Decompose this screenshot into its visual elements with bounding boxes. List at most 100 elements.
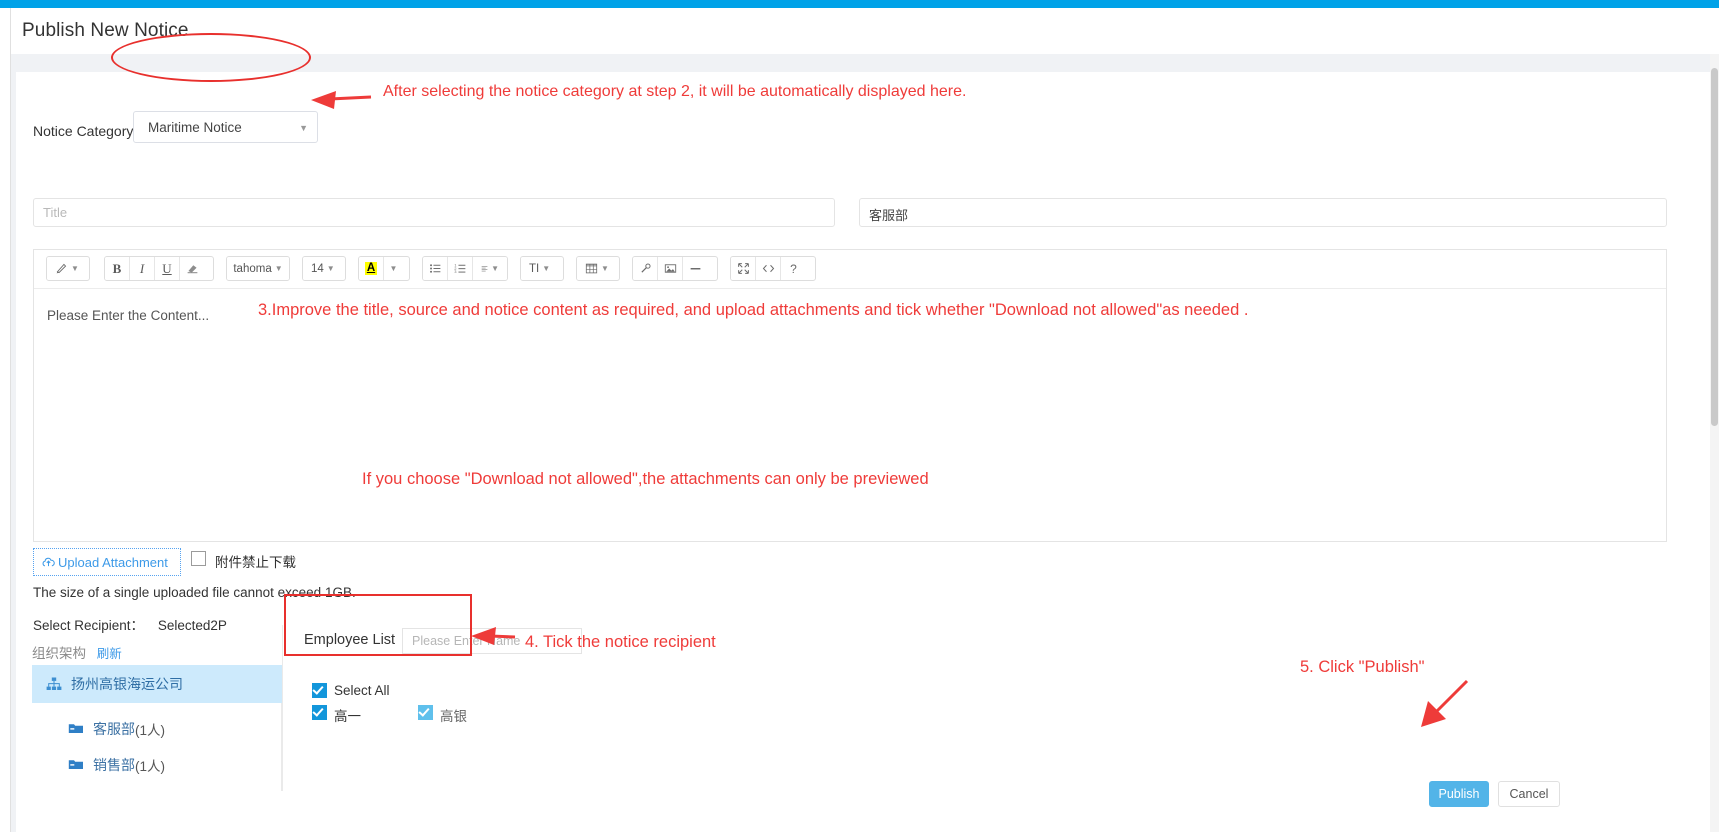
employee-list-title: Employee List [304, 632, 396, 648]
toolbar-group-fontname: tahoma ▼ [226, 256, 290, 281]
image-icon[interactable] [658, 257, 683, 280]
no-download-label: 附件禁止下载 [215, 555, 296, 570]
employee-checkbox-1[interactable] [312, 705, 327, 720]
org-structure-header: 组织架构 刷新 [32, 642, 122, 662]
chevron-down-icon: ▼ [491, 264, 499, 273]
upload-attachment-button[interactable]: Upload Attachment [33, 548, 181, 576]
vertical-scrollbar-track[interactable] [1710, 54, 1719, 832]
text-color-button[interactable]: A [359, 257, 384, 280]
employee-label-1: 高一 [334, 709, 361, 724]
vertical-scrollbar-thumb[interactable] [1711, 68, 1718, 426]
toolbar-group-painter: ▼ [46, 256, 90, 281]
bullet-list-icon[interactable] [423, 257, 448, 280]
line-height-button[interactable]: TI ▼ [521, 257, 559, 280]
annotation-step5-text: 5. Click "Publish" [1300, 658, 1425, 676]
select-all-label: Select All [334, 683, 390, 698]
notice-category-value: Maritime Notice [148, 120, 242, 135]
text-color-dropdown[interactable]: ▼ [384, 257, 400, 280]
org-tree-panel: 扬州高银海运公司 客服部 (1人) 销售部 (1人) [32, 665, 282, 791]
annotation-step2-text: After selecting the notice category at s… [383, 83, 967, 100]
tree-node-label: 扬州高银海运公司 [71, 676, 183, 692]
tree-node-label: 销售部 [93, 757, 135, 773]
eraser-icon[interactable] [180, 257, 205, 280]
tree-node-label: 客服部 [93, 721, 135, 737]
toolbar-group-insert [632, 256, 718, 281]
tree-node-count: (1人) [135, 723, 165, 738]
employee-checkbox-2[interactable] [418, 705, 433, 720]
chevron-down-icon: ▼ [71, 264, 79, 273]
toolbar-group-view: ? [730, 256, 816, 281]
font-name-select[interactable]: tahoma ▼ [227, 257, 289, 280]
no-download-checkbox[interactable] [191, 551, 206, 566]
screen-root: Publish New Notice Notice Category Marit… [0, 0, 1719, 832]
tree-node-count: (1人) [135, 759, 165, 774]
chevron-down-icon: ▼ [299, 123, 308, 133]
chevron-down-icon: ▼ [389, 264, 398, 273]
chevron-down-icon: ▼ [601, 264, 609, 273]
selected-count-text: Selected2P [157, 618, 227, 633]
underline-button[interactable]: U [155, 257, 180, 280]
notice-title-placeholder: Title [43, 205, 68, 220]
top-accent-bar [0, 0, 1719, 8]
employee-panel-divider [282, 625, 283, 791]
employee-label-2: 高银 [440, 709, 467, 724]
toolbar-group-color: A ▼ [358, 256, 410, 281]
dialog-title-bar: Publish New Notice [11, 8, 1719, 55]
help-button[interactable]: ? [781, 257, 806, 280]
align-icon[interactable]: ▼ [473, 257, 507, 280]
chevron-down-icon: ▼ [274, 264, 283, 273]
toolbar-group-table: ▼ [576, 256, 620, 281]
toolbar-group-style: B I U [104, 256, 214, 281]
notice-category-select[interactable]: Maritime Notice ▼ [133, 111, 318, 143]
notice-source-value: 客服部 [869, 208, 909, 223]
file-size-hint: The size of a single uploaded file canno… [33, 585, 356, 600]
italic-button[interactable]: I [130, 257, 155, 280]
editor-placeholder: Please Enter the Content... [47, 308, 210, 323]
annotation-step3-text: 3.Improve the title, source and notice c… [258, 301, 1249, 319]
bold-button[interactable]: B [105, 257, 130, 280]
publish-button-label: Publish [1438, 787, 1480, 801]
publish-button[interactable]: Publish [1429, 781, 1489, 807]
toolbar-group-fontsize: 14 ▼ [302, 256, 346, 281]
numbered-list-icon[interactable]: 1 2 3 [448, 257, 473, 280]
svg-text:3: 3 [454, 270, 456, 274]
table-icon[interactable]: ▼ [577, 257, 617, 280]
select-all-checkbox[interactable] [312, 683, 327, 698]
link-icon[interactable] [633, 257, 658, 280]
cloud-upload-icon [41, 555, 56, 570]
fullscreen-icon[interactable] [731, 257, 756, 280]
toolbar-group-lineheight: TI ▼ [520, 256, 564, 281]
code-icon[interactable] [756, 257, 781, 280]
annotation-download-note-text: If you choose "Download not allowed",the… [362, 470, 929, 488]
check-icon [312, 683, 324, 695]
chevron-down-icon: ▼ [542, 264, 551, 273]
org-structure-title: 组织架构 [32, 646, 86, 661]
folder-icon [68, 722, 84, 736]
select-recipient-row: Select Recipient： Selected2P [33, 614, 227, 634]
hr-icon[interactable] [683, 257, 708, 280]
annotation-step4-text: 4. Tick the notice recipient [525, 633, 716, 651]
page-title: Publish New Notice [22, 20, 189, 41]
cancel-button-label: Cancel [1509, 787, 1549, 801]
employee-search-placeholder: Please Enter Name [412, 634, 521, 648]
upload-attachment-label: Upload Attachment [58, 555, 168, 570]
notice-title-input[interactable]: Title [33, 198, 835, 227]
org-chart-icon [46, 677, 62, 691]
content-editor: ▼ B I U tahoma ▼ 14 ▼ A ▼ 1 2 3 ▼ TI ▼ ▼… [33, 249, 1667, 542]
editor-content-area[interactable]: Please Enter the Content... [34, 289, 1666, 541]
folder-icon [68, 758, 84, 772]
dialog-body: Notice Category Maritime Notice ▼ Title … [11, 54, 1719, 832]
dialog-window: Publish New Notice Notice Category Marit… [10, 8, 1719, 832]
cancel-button[interactable]: Cancel [1498, 781, 1560, 807]
tree-node-department-1[interactable]: 客服部 (1人) [32, 710, 282, 748]
notice-form-card: Notice Category Maritime Notice ▼ Title … [16, 72, 1710, 832]
tree-node-department-2[interactable]: 销售部 (1人) [32, 746, 282, 784]
notice-source-input[interactable]: 客服部 [859, 198, 1667, 227]
format-painter-icon[interactable]: ▼ [47, 257, 87, 280]
font-size-select[interactable]: 14 ▼ [303, 257, 343, 280]
tree-node-company[interactable]: 扬州高银海运公司 [32, 665, 282, 703]
chevron-down-icon: ▼ [326, 264, 335, 273]
toolbar-group-lists: 1 2 3 ▼ [422, 256, 508, 281]
refresh-link[interactable]: 刷新 [97, 647, 122, 661]
notice-category-label: Notice Category [33, 123, 134, 139]
